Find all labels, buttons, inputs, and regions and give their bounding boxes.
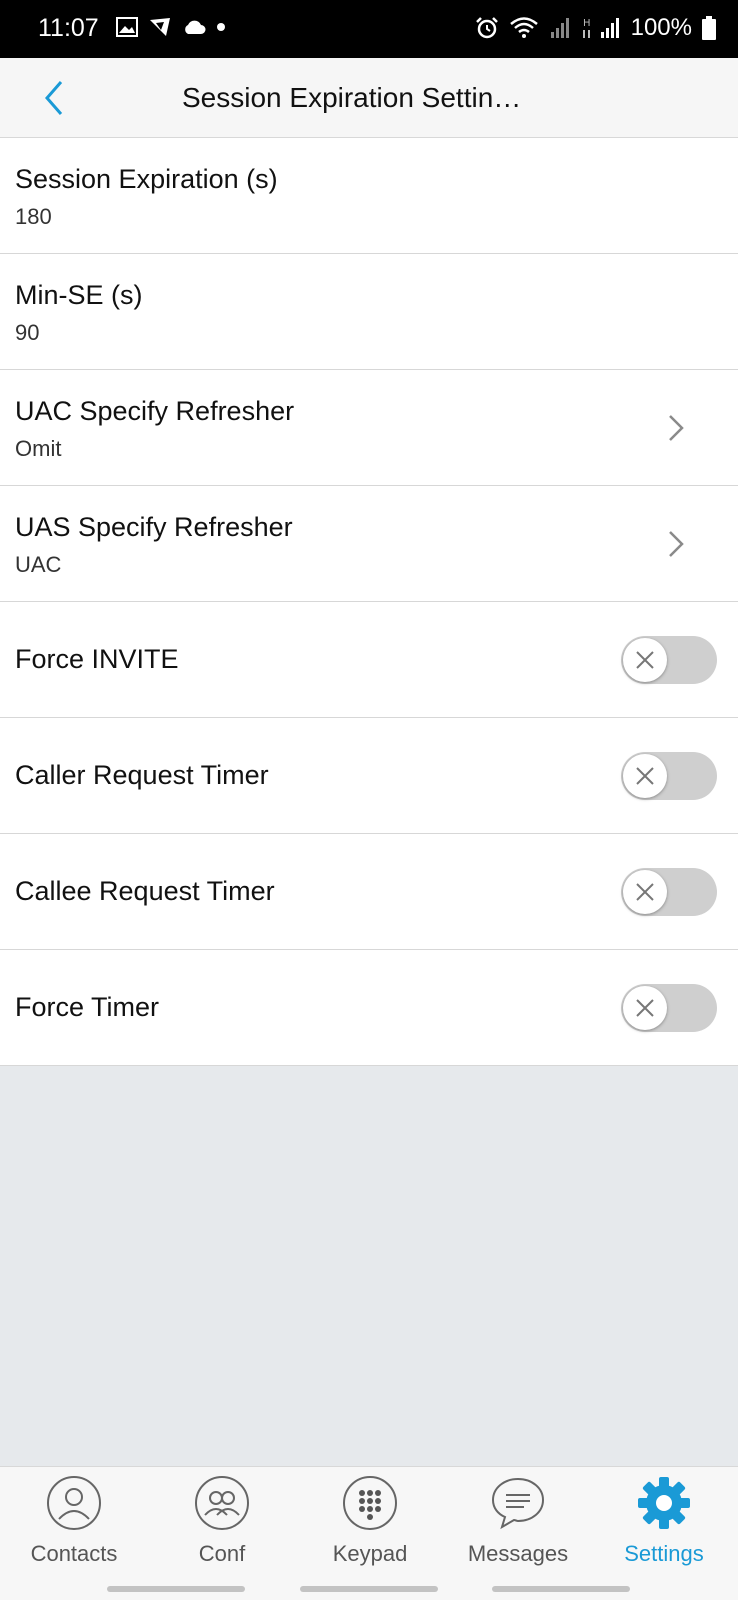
tab-conf[interactable]: Conf bbox=[148, 1475, 296, 1575]
setting-caller-request-timer: Caller Request Timer bbox=[0, 718, 738, 834]
conference-icon bbox=[195, 1476, 249, 1530]
tab-label: Conf bbox=[198, 1541, 246, 1566]
setting-label: Callee Request Timer bbox=[15, 876, 275, 906]
svg-text:H: H bbox=[583, 18, 591, 29]
page-title: Session Expiration Settin… bbox=[182, 82, 522, 113]
toggle-knob bbox=[623, 638, 667, 682]
callee-request-timer-toggle[interactable] bbox=[621, 868, 717, 916]
setting-force-timer: Force Timer bbox=[0, 950, 738, 1066]
nav-home-handle[interactable] bbox=[300, 1586, 438, 1592]
caller-request-timer-toggle[interactable] bbox=[621, 752, 717, 800]
image-icon bbox=[116, 17, 138, 37]
tab-label: Messages bbox=[467, 1541, 569, 1566]
signal-icon bbox=[550, 18, 569, 38]
close-icon bbox=[636, 651, 654, 669]
chevron-right-icon bbox=[669, 415, 684, 441]
cloud-icon bbox=[185, 20, 206, 34]
setting-label: Force Timer bbox=[15, 992, 160, 1022]
setting-value: 90 bbox=[15, 320, 40, 345]
setting-label: UAS Specify Refresher bbox=[15, 512, 293, 542]
settings-list: Session Expiration (s) 180 Min-SE (s) 90… bbox=[0, 138, 738, 1066]
status-right-icons: H 100% bbox=[475, 14, 716, 42]
battery-icon bbox=[702, 16, 716, 40]
dot-icon bbox=[217, 23, 225, 31]
setting-label: Min-SE (s) bbox=[15, 280, 143, 310]
tab-label: Settings bbox=[624, 1541, 704, 1566]
gear-icon bbox=[638, 1477, 690, 1529]
back-button[interactable] bbox=[32, 76, 76, 120]
nav-back-handle[interactable] bbox=[492, 1586, 630, 1592]
tab-keypad[interactable]: Keypad bbox=[296, 1475, 444, 1575]
force-invite-toggle[interactable] bbox=[621, 636, 717, 684]
setting-force-invite: Force INVITE bbox=[0, 602, 738, 718]
close-icon bbox=[636, 999, 654, 1017]
setting-label: UAC Specify Refresher bbox=[15, 396, 295, 426]
hspa-signal-icon: H bbox=[582, 18, 619, 38]
toggle-knob bbox=[623, 870, 667, 914]
keypad-icon bbox=[343, 1476, 397, 1530]
nav-recents-handle[interactable] bbox=[107, 1586, 245, 1592]
tab-settings[interactable]: Settings bbox=[590, 1475, 738, 1575]
battery-percentage: 100% bbox=[630, 14, 692, 41]
setting-min-se[interactable]: Min-SE (s) 90 bbox=[0, 254, 738, 370]
setting-value: 180 bbox=[15, 204, 52, 229]
status-left-icons bbox=[116, 16, 226, 38]
setting-label: Session Expiration (s) bbox=[15, 164, 278, 194]
shield-app-icon bbox=[150, 18, 170, 36]
toggle-knob bbox=[623, 754, 667, 798]
close-icon bbox=[636, 883, 654, 901]
tab-label: Keypad bbox=[332, 1541, 408, 1566]
app-header: Session Expiration Settin… bbox=[0, 58, 738, 138]
bottom-tab-bar: Contacts Conf Keypad Messages Settings bbox=[0, 1466, 738, 1600]
setting-callee-request-timer: Callee Request Timer bbox=[0, 834, 738, 950]
messages-icon bbox=[491, 1477, 545, 1530]
setting-label: Force INVITE bbox=[15, 644, 179, 674]
setting-uac-specify-refresher[interactable]: UAC Specify Refresher Omit bbox=[0, 370, 738, 486]
setting-value: Omit bbox=[15, 436, 62, 461]
setting-uas-specify-refresher[interactable]: UAS Specify Refresher UAC bbox=[0, 486, 738, 602]
status-bar: 11:07 H 100% bbox=[0, 0, 738, 58]
tab-contacts[interactable]: Contacts bbox=[0, 1475, 148, 1575]
tab-label: Contacts bbox=[30, 1541, 118, 1566]
chevron-left-icon bbox=[45, 81, 63, 115]
setting-label: Caller Request Timer bbox=[15, 760, 269, 790]
force-timer-toggle[interactable] bbox=[621, 984, 717, 1032]
tab-messages[interactable]: Messages bbox=[444, 1475, 592, 1575]
setting-value: UAC bbox=[15, 552, 62, 577]
alarm-icon bbox=[475, 17, 498, 39]
system-navigation-bar bbox=[0, 1586, 738, 1594]
status-time: 11:07 bbox=[38, 14, 99, 42]
contacts-icon bbox=[47, 1476, 101, 1530]
setting-session-expiration[interactable]: Session Expiration (s) 180 bbox=[0, 138, 738, 254]
wifi-icon bbox=[509, 17, 538, 38]
toggle-knob bbox=[623, 986, 667, 1030]
chevron-right-icon bbox=[669, 531, 684, 557]
close-icon bbox=[636, 767, 654, 785]
